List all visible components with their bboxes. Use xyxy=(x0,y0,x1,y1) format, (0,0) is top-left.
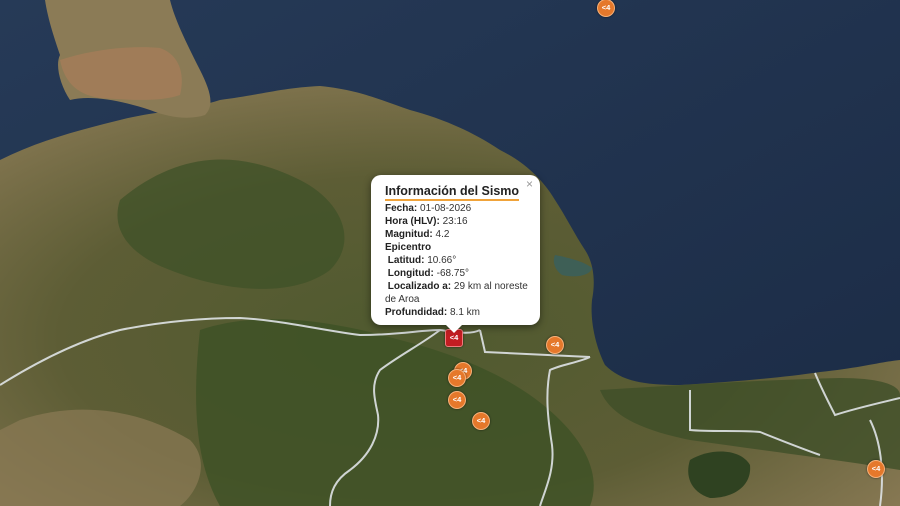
date-row: Fecha: 01-08-2026 xyxy=(385,202,528,215)
longitude-value: -68.75° xyxy=(436,268,470,279)
magnitude-label: Magnitud: xyxy=(385,229,433,240)
map-canvas[interactable]: <4 <4 <4 <4 <4 <4 <4 <4 × Información de… xyxy=(0,0,900,506)
location-row: Localizado a: 29 km al noreste de Aroa xyxy=(385,280,528,306)
epicenter-label: Epicentro xyxy=(385,242,432,253)
close-popup-button[interactable]: × xyxy=(526,178,533,191)
popup-title: Información del Sismo xyxy=(385,183,520,201)
latitude-label: Latitud: xyxy=(387,255,425,266)
longitude-label: Longitud: xyxy=(387,268,434,279)
date-label: Fecha: xyxy=(385,203,418,214)
earthquake-info-popup: × Información del Sismo Fecha: 01-08-202… xyxy=(371,175,540,333)
latitude-value: 10.66° xyxy=(427,255,457,266)
magnitude-row: Magnitud: 4.2 xyxy=(385,228,528,241)
time-value: 23:16 xyxy=(442,216,468,227)
depth-label: Profundidad: xyxy=(385,307,448,318)
depth-value: 8.1 km xyxy=(450,307,481,318)
earthquake-marker[interactable]: <4 xyxy=(867,460,885,478)
epicenter-heading: Epicentro xyxy=(385,241,528,254)
earthquake-marker[interactable]: <4 xyxy=(472,412,490,430)
earthquake-marker[interactable]: <4 xyxy=(448,369,466,387)
time-row: Hora (HLV): 23:16 xyxy=(385,215,528,228)
time-label: Hora (HLV): xyxy=(385,216,440,227)
longitude-row: Longitud: -68.75° xyxy=(385,267,528,280)
magnitude-value: 4.2 xyxy=(435,229,450,240)
latitude-row: Latitud: 10.66° xyxy=(385,254,528,267)
earthquake-marker[interactable]: <4 xyxy=(546,336,564,354)
earthquake-marker[interactable]: <4 xyxy=(448,391,466,409)
depth-row: Profundidad: 8.1 km xyxy=(385,306,528,319)
location-label: Localizado a: xyxy=(387,281,452,292)
date-value: 01-08-2026 xyxy=(420,203,472,214)
